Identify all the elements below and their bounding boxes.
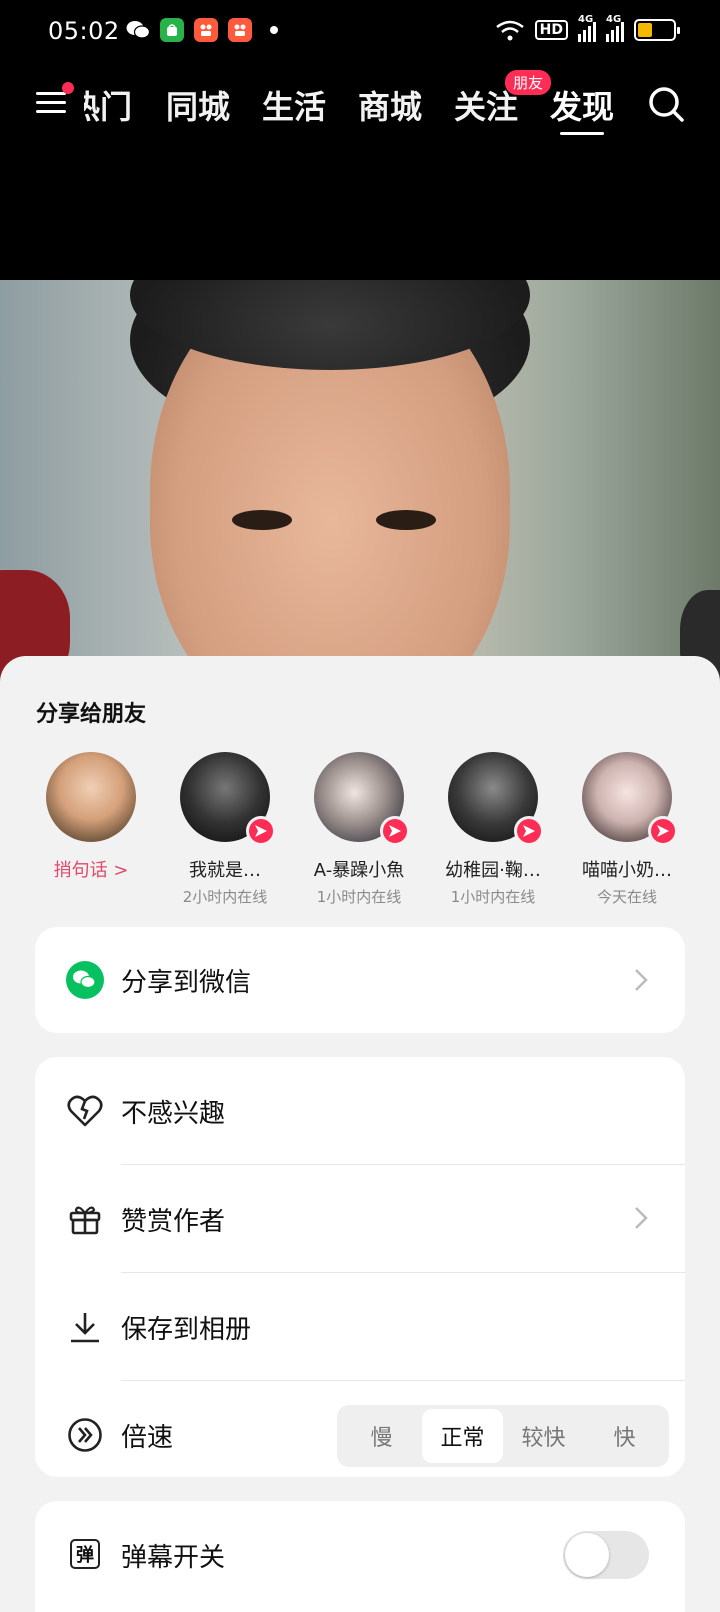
friend-name: 喵喵小奶… [582,860,672,881]
search-icon[interactable] [646,84,686,124]
speed-icon [65,1415,105,1455]
active-tab-indicator [560,132,604,135]
tab-hot[interactable]: 热门 [84,82,132,128]
video-frame[interactable] [0,280,720,680]
signal-icon-1: 4G [578,14,596,42]
share-wechat-row[interactable]: 分享到微信 [35,927,685,1033]
menu-notification-dot [62,82,74,94]
friend-name: 我就是… [189,860,261,881]
friend-status: 2小时内在线 [182,888,268,906]
friend-status: 1小时内在线 [316,888,402,906]
share-wechat-label: 分享到微信 [121,967,252,998]
wechat-icon [65,960,105,1000]
playback-speed-row: 倍速 慢 正常 较快 快 [35,1381,685,1489]
kuaishou-icon [194,18,218,42]
send-icon [380,816,410,846]
friend-item[interactable]: A-暴躁小魚 1小时内在线 [294,752,424,907]
danmaku-icon: 弹 [70,1539,100,1569]
avatar [582,752,678,846]
chevron-right-icon [635,969,648,991]
danmaku-row: 弹 弹幕开关 [35,1501,685,1609]
send-icon [514,816,544,846]
avatar [46,752,136,842]
reward-author-row[interactable]: 赞赏作者 [35,1165,685,1273]
danmaku-toggle[interactable] [563,1531,649,1579]
not-interested-label: 不感兴趣 [121,1098,226,1129]
friend-name: 幼稚园·鞠… [445,860,541,881]
speed-option-normal[interactable]: 正常 [422,1409,503,1463]
wifi-icon [495,20,524,41]
broken-heart-icon [65,1091,105,1131]
share-sheet: 分享给朋友 捎句话 > 我就是… 2小时内在线 A-暴躁小魚 1小时内在线 幼稚… [0,656,720,1612]
tab-discover[interactable]: 发现 [550,82,614,128]
friends-badge: 朋友 [505,70,552,95]
gift-icon [65,1199,105,1239]
options-card: 不感兴趣 赞赏作者 保存到相册 倍速 慢 正常 较快 快 [35,1057,685,1477]
save-album-label: 保存到相册 [121,1314,252,1345]
friend-list: 捎句话 > 我就是… 2小时内在线 A-暴躁小魚 1小时内在线 幼稚园·鞠… 1… [0,752,720,912]
sheet-title: 分享给朋友 [36,702,147,727]
wechat-notification-icon [126,18,150,42]
battery-icon [634,19,680,41]
danmaku-card: 弹 弹幕开关 [35,1501,685,1612]
send-icon [246,816,276,846]
friend-item[interactable]: 捎句话 > [26,752,156,882]
kuaishou-icon-2 [228,18,252,42]
friend-item[interactable]: 喵喵小奶… 今天在线 [562,752,692,907]
tab-local[interactable]: 同城 [166,82,230,128]
shopping-app-icon [160,18,184,42]
reward-author-label: 赞赏作者 [121,1206,226,1237]
status-bar: 05:02 HD 4G 4G [0,0,720,64]
speed-selector: 慢 正常 较快 快 [337,1405,669,1467]
tab-mall[interactable]: 商城 [358,82,422,128]
danmaku-label: 弹幕开关 [121,1542,226,1573]
speed-label: 倍速 [121,1422,174,1453]
chevron-right-icon [635,1207,648,1229]
not-interested-row[interactable]: 不感兴趣 [35,1057,685,1165]
download-icon [65,1307,105,1347]
avatar [180,752,276,846]
top-nav: 热门 同城 生活 商城 关注 朋友 发现 [0,66,720,146]
friend-status: 1小时内在线 [450,888,536,906]
save-album-row[interactable]: 保存到相册 [35,1273,685,1381]
signal-icon-2: 4G [606,14,624,42]
friend-item[interactable]: 我就是… 2小时内在线 [160,752,290,907]
send-icon [648,816,678,846]
speed-option-faster[interactable]: 较快 [503,1409,584,1463]
hd-voice-icon: HD [534,20,568,40]
tab-life[interactable]: 生活 [262,82,326,128]
speed-option-slow[interactable]: 慢 [341,1409,422,1463]
friend-status: 今天在线 [596,888,657,906]
friend-item[interactable]: 幼稚园·鞠… 1小时内在线 [428,752,558,907]
friend-name: 捎句话 > [53,860,129,881]
speed-option-fast[interactable]: 快 [584,1409,665,1463]
avatar [448,752,544,846]
status-time: 05:02 [48,17,120,45]
friend-name: A-暴躁小魚 [313,860,405,881]
avatar [314,752,410,846]
more-notifications-dot [270,26,278,34]
share-wechat-card[interactable]: 分享到微信 [35,927,685,1033]
